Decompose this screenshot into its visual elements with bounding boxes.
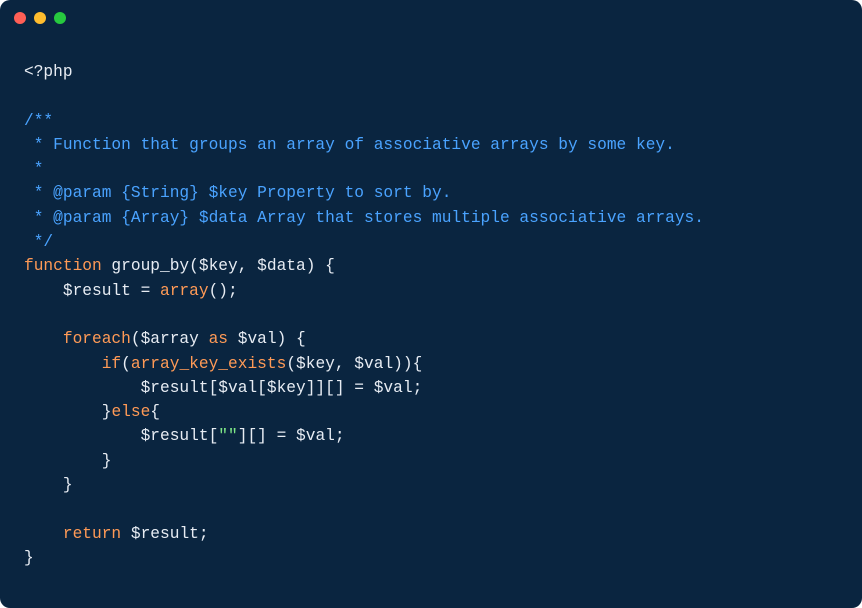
code-line <box>24 303 838 327</box>
code-token: else <box>111 403 150 421</box>
code-token: $result[$val[$key]][] = $val; <box>24 379 422 397</box>
code-token: (); <box>209 282 238 300</box>
code-token: if <box>102 355 121 373</box>
maximize-icon[interactable] <box>54 12 66 24</box>
code-line: $result = array(); <box>24 279 838 303</box>
code-line: * Function that groups an array of assoc… <box>24 133 838 157</box>
code-window: <?php /** * Function that groups an arra… <box>0 0 862 608</box>
code-token: } <box>24 549 34 567</box>
code-token: foreach <box>63 330 131 348</box>
code-token: * @param {Array} $data Array that stores… <box>24 209 704 227</box>
code-line: function group_by($key, $data) { <box>24 254 838 278</box>
code-token: as <box>209 330 228 348</box>
code-line: }else{ <box>24 400 838 424</box>
code-line: $result[$val[$key]][] = $val; <box>24 376 838 400</box>
code-line: */ <box>24 230 838 254</box>
code-line: } <box>24 473 838 497</box>
code-line: * @param {Array} $data Array that stores… <box>24 206 838 230</box>
code-line: foreach($array as $val) { <box>24 327 838 351</box>
code-token: */ <box>24 233 53 251</box>
code-token: * <box>24 160 43 178</box>
code-line: return $result; <box>24 522 838 546</box>
close-icon[interactable] <box>14 12 26 24</box>
titlebar <box>0 0 862 36</box>
code-token: } <box>24 476 73 494</box>
code-area: <?php /** * Function that groups an arra… <box>0 36 862 594</box>
code-token: $result; <box>121 525 208 543</box>
code-token: return <box>63 525 121 543</box>
code-line: * @param {String} $key Property to sort … <box>24 181 838 205</box>
code-line: if(array_key_exists($key, $val)){ <box>24 352 838 376</box>
code-token: ][] = $val; <box>238 427 345 445</box>
code-token: } <box>24 452 111 470</box>
code-token: $val) { <box>228 330 306 348</box>
code-line <box>24 497 838 521</box>
code-line: <?php <box>24 60 838 84</box>
code-token: /** <box>24 112 53 130</box>
code-token: $result = <box>24 282 160 300</box>
minimize-icon[interactable] <box>34 12 46 24</box>
code-token <box>24 330 63 348</box>
code-token: "" <box>218 427 237 445</box>
code-token: array_key_exists <box>131 355 286 373</box>
code-token <box>24 355 102 373</box>
code-token: ($key, $val)){ <box>286 355 422 373</box>
code-line: /** <box>24 109 838 133</box>
code-token: * Function that groups an array of assoc… <box>24 136 675 154</box>
code-line: } <box>24 546 838 570</box>
code-line: * <box>24 157 838 181</box>
code-token: $result[ <box>24 427 218 445</box>
code-token: ($array <box>131 330 209 348</box>
code-token: group_by($key, $data) { <box>102 257 335 275</box>
code-line <box>24 84 838 108</box>
code-token: function <box>24 257 102 275</box>
code-token: <?php <box>24 63 73 81</box>
code-line: } <box>24 449 838 473</box>
code-token: * @param {String} $key Property to sort … <box>24 184 451 202</box>
code-token: ( <box>121 355 131 373</box>
code-token: } <box>24 403 111 421</box>
code-token: { <box>150 403 160 421</box>
code-token <box>24 525 63 543</box>
code-line: $result[""][] = $val; <box>24 424 838 448</box>
code-token: array <box>160 282 209 300</box>
